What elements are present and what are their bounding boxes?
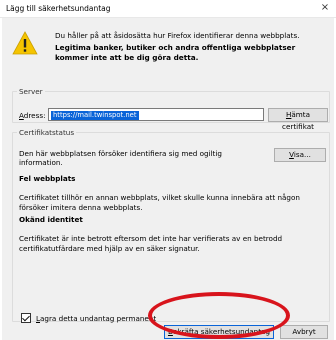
cert-status-legend: Certifikatstatus: [19, 128, 75, 137]
wrong-site-text: Certifikatet tillhör en annan webbplats,…: [19, 193, 300, 212]
view-certificate-button[interactable]: Visa...: [274, 148, 326, 162]
permanent-checkbox[interactable]: [21, 313, 31, 323]
cert-info-text: Den här webbplatsen försöker identifiera…: [19, 149, 222, 167]
address-label: Adress:: [19, 111, 46, 120]
intro-text: Du håller på att åsidosätta hur Firefox …: [55, 31, 330, 63]
certificate-status-group: Certifikatstatus Den här webbplatsen för…: [12, 128, 330, 323]
cancel-button[interactable]: Avbryt: [280, 325, 328, 339]
wrong-site-heading: Fel webbplats: [19, 174, 76, 183]
warning-icon: [12, 31, 38, 55]
unknown-identity-heading: Okänd identitet: [19, 215, 83, 224]
address-input[interactable]: https://mail.twinspot.net: [48, 108, 264, 121]
permanent-label[interactable]: Lagra detta undantag permanent: [36, 314, 156, 323]
exception-dialog: Du håller på att åsidosätta hur Firefox …: [2, 18, 334, 340]
annotation-ring: [148, 292, 290, 339]
fetch-certificate-button[interactable]: Hämta certifikat: [268, 108, 328, 131]
intro-line1: Du håller på att åsidosätta hur Firefox …: [55, 31, 300, 40]
close-icon[interactable]: ×: [320, 2, 330, 13]
server-group: Server Adress: https://mail.twinspot.net…: [12, 87, 330, 131]
intro-line2: Legitima banker, butiker och andra offen…: [55, 43, 296, 62]
server-legend: Server: [19, 87, 43, 96]
window-title: Lägg till säkerhetsundantag: [6, 4, 111, 13]
title-bar: Lägg till säkerhetsundantag ×: [0, 0, 336, 18]
address-value: https://mail.twinspot.net: [51, 110, 139, 120]
unknown-identity-text: Certifikatet är inte betrott eftersom de…: [19, 234, 283, 253]
